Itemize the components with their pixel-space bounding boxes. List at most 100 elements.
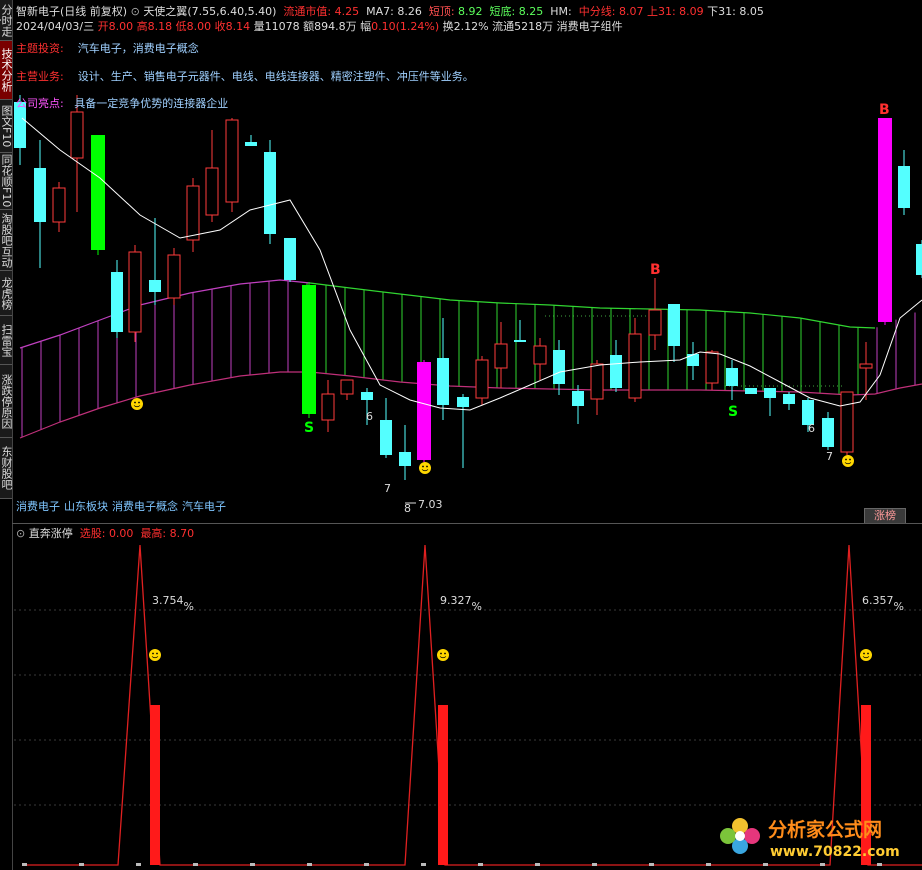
xuangu-label: 选股:	[79, 527, 106, 540]
tab-tuwen-f10[interactable]: 图文F10	[0, 100, 12, 153]
amount-label: 额	[303, 20, 315, 33]
ma-lines	[21, 117, 922, 411]
shang31-label: 上31:	[646, 5, 676, 18]
peak-label-1: 3.754%	[152, 594, 194, 613]
candle-body	[245, 142, 257, 146]
candle-body	[533, 345, 547, 365]
change-label: 幅	[360, 20, 372, 33]
candle-body	[822, 418, 834, 447]
hm-label: HM:	[550, 5, 572, 18]
high-value: 8.18	[147, 20, 173, 33]
tab-longhubang[interactable]: 龙虎榜	[0, 271, 12, 316]
candle-body	[399, 452, 411, 466]
open-value: 8.00	[108, 20, 134, 33]
sub-dropdown-icon[interactable]: ⊙	[16, 527, 25, 540]
amount-value: 894.8万	[314, 20, 357, 33]
sell-signal: S	[728, 404, 738, 420]
flower-icon	[720, 818, 760, 854]
count-label: 6	[808, 422, 815, 435]
candle-body	[648, 309, 662, 336]
duandi-label: 短底:	[489, 5, 516, 18]
baseline-tick	[136, 863, 141, 866]
buy-signal: B	[879, 102, 890, 118]
baseline-tick	[592, 863, 597, 866]
sub-indicator-name[interactable]: 直奔涨停	[29, 527, 73, 540]
baseline-tick	[364, 863, 369, 866]
sub-indicator-header: ⊙ 直奔涨停 选股: 0.00 最高: 8.70	[16, 527, 194, 540]
zhangbang-button[interactable]: 涨榜	[864, 508, 906, 524]
board-tag[interactable]: 汽车电子	[182, 500, 226, 513]
buy-signal: B	[650, 262, 661, 278]
kline-chart[interactable]: BBSS67867	[0, 0, 922, 870]
ma-line	[21, 117, 922, 411]
change-value: 0.10(1.24%)	[371, 20, 440, 33]
board-tag[interactable]: 山东板块	[64, 500, 108, 513]
candle-body	[590, 363, 604, 400]
candle-body	[149, 280, 161, 292]
baseline-tick	[421, 863, 426, 866]
xuangu-value: 0.00	[108, 527, 134, 540]
baseline-tick	[478, 863, 483, 866]
board-tag[interactable]: 消费电子	[16, 500, 60, 513]
candle-body	[687, 354, 699, 366]
tab-fenshi[interactable]: 分时走势	[0, 0, 12, 41]
zuigao-label: 最高:	[140, 527, 167, 540]
candle-body	[52, 187, 66, 223]
theme-text: 汽车电子，消费电子概念	[77, 42, 199, 55]
header-line-2: 2024/04/03/三 开8.00 高8.18 低8.00 收8.14 量11…	[16, 20, 623, 33]
low-price-label: 7.03	[418, 498, 443, 511]
baseline-tick	[250, 863, 255, 866]
concept: 消费电子组件	[556, 20, 623, 33]
baseline-tick	[706, 863, 711, 866]
theme-label: 主题投资:	[16, 42, 64, 55]
turnover-value: 2.12%	[453, 20, 489, 33]
count-label: 6	[366, 410, 373, 423]
candle-body	[916, 244, 922, 275]
candle-body	[783, 394, 795, 404]
watermark-url: www.70822.com	[770, 844, 900, 860]
baseline-tick	[535, 863, 540, 866]
candle-body	[128, 251, 142, 333]
candle-body	[186, 185, 200, 241]
watermark-title: 分析家公式网	[768, 818, 882, 841]
candle-body	[284, 238, 296, 280]
band-upper-line	[19, 279, 311, 349]
candles	[14, 95, 922, 480]
tab-saoleibao[interactable]: 扫雷宝	[0, 316, 12, 365]
tab-ths-f10[interactable]: 同花顺F10	[0, 153, 12, 210]
float-value: 5218万	[514, 20, 554, 33]
candle-body	[745, 388, 757, 394]
vol-value: 11078	[264, 20, 300, 33]
baseline-tick	[307, 863, 312, 866]
candle-body	[457, 397, 469, 407]
tab-dongcai[interactable]: 东财股吧	[0, 438, 12, 499]
xia31-value: 8.05	[739, 5, 764, 18]
tab-taoguba[interactable]: 淘股吧互动	[0, 210, 12, 271]
candle-body	[878, 118, 892, 322]
high-label: 高	[136, 20, 148, 33]
board-tags: 消费电子 山东板块 消费电子概念 汽车电子	[16, 500, 230, 513]
baseline-tick	[649, 863, 654, 866]
candle-body	[859, 363, 873, 369]
duandi-value: 8.25	[518, 5, 544, 18]
period: (日线 前复权)	[60, 5, 128, 18]
dropdown-icon[interactable]: ⊙	[131, 5, 140, 18]
board-tag[interactable]: 消费电子概念	[112, 500, 178, 513]
indicator-name[interactable]: 天使之翼	[143, 5, 187, 18]
ma7-value: 8.26	[397, 5, 422, 18]
baseline-tick	[22, 863, 27, 866]
candle-body	[475, 359, 489, 399]
close-value: 8.14	[225, 20, 251, 33]
candle-body	[225, 119, 239, 203]
tab-zhangdieting[interactable]: 涨跌停原因	[0, 365, 12, 438]
indicator-params: (7.55,6.40,5.40)	[187, 5, 277, 18]
duanding-value: 8.92	[458, 5, 483, 18]
highlight-row: 公司亮点: 具备一定竞争优势的连接器企业	[16, 97, 228, 110]
xia31-label: 下31:	[707, 5, 736, 18]
baseline-tick	[193, 863, 198, 866]
candle-body	[91, 135, 105, 250]
candle-body	[628, 333, 642, 399]
tab-jishu[interactable]: 技术分析	[0, 41, 12, 100]
candle-body	[610, 355, 622, 388]
candle-body	[898, 166, 910, 208]
